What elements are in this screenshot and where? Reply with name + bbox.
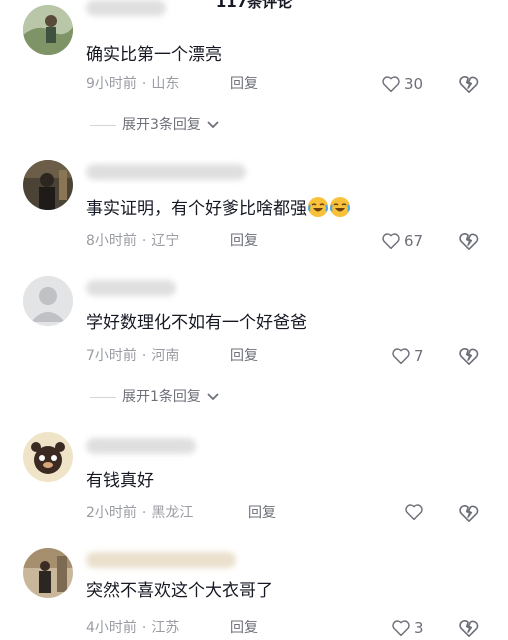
separator: ·: [141, 233, 147, 249]
comment-text: 确实比第一个漂亮: [86, 45, 222, 65]
comment-item: 突然不喜欢这个大衣哥了 4小时前 · 江苏 回复 3: [0, 546, 508, 640]
divider: [90, 124, 116, 126]
like-count: 30: [404, 75, 424, 93]
avatar[interactable]: [23, 276, 73, 326]
chevron-down-icon: [207, 393, 219, 401]
comment-location: 江苏: [151, 620, 180, 636]
like-count: 7: [414, 347, 424, 365]
broken-heart-icon[interactable]: [458, 346, 480, 366]
broken-heart-icon[interactable]: [458, 74, 480, 94]
heart-icon: [392, 620, 410, 637]
username-blurred: [86, 280, 176, 296]
separator: ·: [141, 348, 147, 364]
comment-text-content: 事实证明，有个好爹比啥都强: [86, 199, 307, 219]
comment-text: 学好数理化不如有一个好爸爸: [86, 313, 307, 333]
comment-meta: 9小时前 · 山东: [86, 74, 179, 94]
comment-time: 2小时前: [86, 505, 137, 521]
reply-button[interactable]: 回复: [248, 503, 276, 523]
username-blurred: [86, 0, 166, 16]
like-button[interactable]: [404, 503, 427, 521]
username-blurred: [86, 552, 236, 568]
avatar[interactable]: [23, 160, 73, 210]
comment-time: 8小时前: [86, 233, 137, 249]
expand-replies-button[interactable]: 展开1条回复: [90, 387, 219, 407]
reply-button[interactable]: 回复: [230, 74, 258, 94]
heart-icon: [392, 348, 410, 365]
laughing-crying-emoji-icon: [330, 197, 350, 217]
broken-heart-icon[interactable]: [458, 503, 480, 523]
username-blurred: [86, 164, 246, 180]
comment-meta: 7小时前 · 河南: [86, 346, 179, 366]
expand-replies-label: 展开1条回复: [122, 389, 201, 405]
like-button[interactable]: 7: [391, 346, 424, 366]
comment-item: 确实比第一个漂亮 9小时前 · 山东 回复 30 展开3条回复: [0, 0, 508, 140]
like-button[interactable]: 3: [391, 618, 424, 638]
broken-heart-icon[interactable]: [458, 618, 480, 638]
comment-time: 4小时前: [86, 620, 137, 636]
avatar[interactable]: [23, 548, 73, 598]
comment-text: 突然不喜欢这个大衣哥了: [86, 581, 273, 601]
comment-item: 有钱真好 2小时前 · 黑龙江 回复: [0, 432, 508, 532]
like-button[interactable]: 30: [381, 74, 423, 94]
comment-location: 山东: [151, 76, 180, 92]
comment-text: 事实证明，有个好爹比啥都强: [86, 196, 351, 220]
comment-location: 辽宁: [151, 233, 180, 249]
chevron-down-icon: [207, 121, 219, 129]
comment-location: 河南: [151, 348, 180, 364]
reply-button[interactable]: 回复: [230, 231, 258, 251]
avatar[interactable]: [23, 432, 73, 482]
comment-meta: 8小时前 · 辽宁: [86, 231, 179, 251]
like-count: 67: [404, 232, 424, 250]
separator: ·: [141, 505, 147, 521]
comment-time: 7小时前: [86, 348, 137, 364]
heart-icon: [382, 76, 400, 93]
comment-text: 有钱真好: [86, 471, 154, 491]
avatar[interactable]: [23, 5, 73, 55]
comment-meta: 2小时前 · 黑龙江: [86, 503, 193, 523]
divider: [90, 396, 116, 398]
reply-button[interactable]: 回复: [230, 346, 258, 366]
comment-time: 9小时前: [86, 76, 137, 92]
separator: ·: [141, 76, 147, 92]
comment-meta: 4小时前 · 江苏: [86, 618, 179, 638]
like-button[interactable]: 67: [381, 231, 423, 251]
like-count: 3: [414, 619, 424, 637]
username-blurred: [86, 438, 196, 454]
reply-button[interactable]: 回复: [230, 618, 258, 638]
expand-replies-label: 展开3条回复: [122, 117, 201, 133]
separator: ·: [141, 620, 147, 636]
expand-replies-button[interactable]: 展开3条回复: [90, 115, 219, 135]
laughing-crying-emoji-icon: [308, 197, 328, 217]
comment-location: 黑龙江: [151, 505, 194, 521]
comment-item: 学好数理化不如有一个好爸爸 7小时前 · 河南 回复 7 展开1条回复: [0, 274, 508, 414]
heart-icon: [382, 233, 400, 250]
heart-icon: [405, 504, 423, 521]
broken-heart-icon[interactable]: [458, 231, 480, 251]
comment-item: 事实证明，有个好爹比啥都强 8小时前 · 辽宁 回复 67: [0, 158, 508, 268]
